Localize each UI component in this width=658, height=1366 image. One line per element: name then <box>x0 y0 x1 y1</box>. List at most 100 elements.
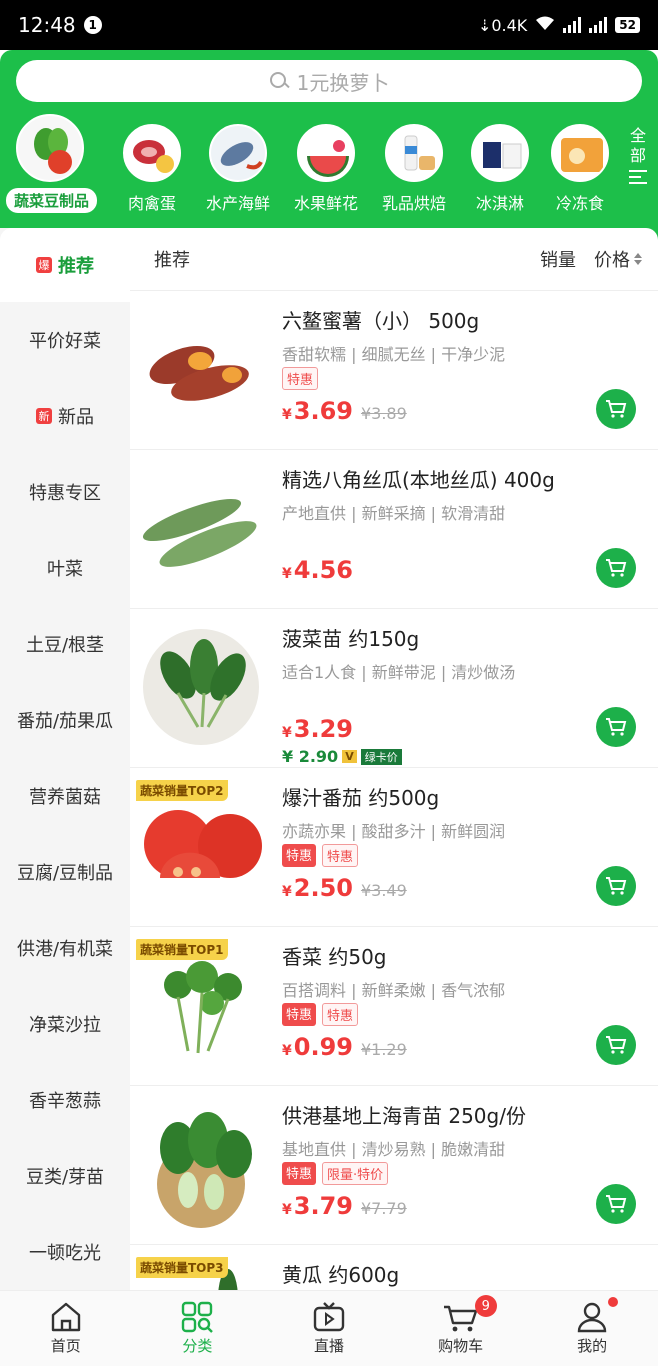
net-speed: ⇣0.4K <box>477 15 528 35</box>
category-dairy[interactable]: 乳品烘焙 <box>370 112 458 214</box>
sidebar-item-salad[interactable]: 净菜沙拉 <box>0 986 130 1062</box>
category-label: 冰淇淋 <box>475 194 524 213</box>
category-label: 水果鲜花 <box>293 194 358 213</box>
sidebar-item-beans[interactable]: 豆类/芽苗 <box>0 1138 130 1214</box>
sidebar-item-affordable[interactable]: 平价好菜 <box>0 302 130 378</box>
member-price: ¥ 2.90 <box>282 747 339 766</box>
sidebar-item-tofu[interactable]: 豆腐/豆制品 <box>0 834 130 910</box>
category-frozen[interactable]: 冷冻食 <box>536 112 624 214</box>
sidebar-item-tomato[interactable]: 番茄/茄果瓜 <box>0 682 130 758</box>
sort-recommend[interactable]: 推荐 <box>154 246 190 272</box>
new-badge: 新 <box>36 408 52 424</box>
nav-label: 我的 <box>577 1337 608 1355</box>
add-to-cart-button[interactable] <box>596 1025 636 1065</box>
nav-live[interactable]: 直播 <box>263 1291 395 1366</box>
sort-bar: 推荐 销量 价格 <box>130 228 658 290</box>
cart-icon <box>606 877 627 895</box>
category-seafood[interactable]: 水产海鲜 <box>194 112 282 214</box>
nav-category[interactable]: 分类 <box>132 1291 264 1366</box>
sidebar-item-meal[interactable]: 一顿吃光 <box>0 1214 130 1290</box>
category-label: 乳品烘焙 <box>381 194 446 213</box>
product-card[interactable]: 供港基地上海青苗 250g/份 基地直供 | 清炒易熟 | 脆嫩清甜 特惠 限量… <box>130 1085 658 1244</box>
top-sales-badge: 蔬菜销量TOP2 <box>136 780 228 801</box>
product-card[interactable]: 蔬菜销量TOP2 爆汁番茄 约500g 亦蔬亦果 | 酸甜多汁 | 新鲜圆润 特… <box>130 767 658 926</box>
sidebar-item-new[interactable]: 新 新品 <box>0 378 130 454</box>
sidebar-item-label: 营养菌菇 <box>29 787 101 808</box>
sidebar-item-label: 豆腐/豆制品 <box>16 863 114 884</box>
all-categories-button[interactable]: 全部 <box>618 126 658 212</box>
sidebar-item-label: 番茄/茄果瓜 <box>16 711 114 732</box>
sidebar-item-label: 叶菜 <box>47 559 83 580</box>
search-bar[interactable]: 1元换萝卜 <box>16 60 642 102</box>
nav-label: 直播 <box>313 1337 344 1355</box>
meat-icon <box>123 124 181 182</box>
profile-icon <box>577 1302 607 1333</box>
add-to-cart-button[interactable] <box>596 1184 636 1224</box>
product-card[interactable]: 六鳌蜜薯（小） 500g 香甜软糯 | 细腻无丝 | 干净少泥 特惠 ¥3.69… <box>130 290 658 449</box>
product-card[interactable]: 蔬菜销量TOP3 黄瓜 约600g <box>130 1244 658 1290</box>
product-desc: 产地直供 | 新鲜采摘 | 软滑清甜 <box>282 504 506 523</box>
sidebar-item-roots[interactable]: 土豆/根茎 <box>0 606 130 682</box>
add-to-cart-button[interactable] <box>596 707 636 747</box>
product-price: ¥4.56 <box>282 556 353 584</box>
price-row: ¥0.99 ¥1.29 <box>282 1033 407 1061</box>
bok-choy-image <box>138 1100 264 1228</box>
product-card[interactable]: 蔬菜销量TOP1 香菜 约50g 百搭调料 | 新鲜柔嫩 | 香气浓郁 特惠 特… <box>130 926 658 1085</box>
nav-cart[interactable]: 9 购物车 <box>395 1291 527 1366</box>
product-card[interactable]: 精选八角丝瓜(本地丝瓜) 400g 产地直供 | 新鲜采摘 | 软滑清甜 ¥4.… <box>130 449 658 608</box>
category-vegetables[interactable]: 蔬菜豆制品 <box>6 112 98 213</box>
product-desc: 百搭调料 | 新鲜柔嫩 | 香气浓郁 <box>282 981 506 1000</box>
category-icecream[interactable]: 冰淇淋 <box>456 112 544 214</box>
sidebar-item-label: 新品 <box>58 407 94 428</box>
spinach-image <box>138 623 264 751</box>
sidebar-item-organic[interactable]: 供港/有机菜 <box>0 910 130 986</box>
product-name: 供港基地上海青苗 250g/份 <box>282 1104 526 1128</box>
cart-icon <box>606 559 627 577</box>
promo-tag: 特惠 <box>322 844 359 867</box>
sidebar-item-spices[interactable]: 香辛葱蒜 <box>0 1062 130 1138</box>
sidebar-item-special[interactable]: 特惠专区 <box>0 454 130 530</box>
product-price: ¥3.79 <box>282 1192 353 1220</box>
sidebar-item-mushroom[interactable]: 营养菌菇 <box>0 758 130 834</box>
category-fruit[interactable]: 水果鲜花 <box>282 112 370 214</box>
product-desc: 香甜软糯 | 细腻无丝 | 干净少泥 <box>282 345 506 364</box>
home-icon <box>51 1302 80 1332</box>
sidebar-item-label: 净菜沙拉 <box>29 1015 101 1036</box>
category-label: 肉禽蛋 <box>127 194 176 213</box>
nav-label: 分类 <box>182 1337 213 1355</box>
coriander-image <box>138 941 264 1069</box>
original-price: ¥3.49 <box>360 881 407 900</box>
sidebar-item-leafy[interactable]: 叶菜 <box>0 530 130 606</box>
header: 1元换萝卜 蔬菜豆制品 肉禽蛋 水产海鲜 水果鲜花 乳品烘焙 冰淇淋 冷冻食 全… <box>0 50 658 240</box>
sidebar-item-recommend[interactable]: 爆 推荐 <box>0 228 130 302</box>
status-time: 12:48 <box>18 13 76 37</box>
nav-profile[interactable]: 我的 <box>526 1291 658 1366</box>
member-price-row: ¥ 2.90 V 绿卡价 <box>282 747 402 766</box>
product-name: 菠菜苗 约150g <box>282 627 420 651</box>
add-to-cart-button[interactable] <box>596 389 636 429</box>
nav-home[interactable]: 首页 <box>0 1291 132 1366</box>
menu-icon <box>629 170 647 184</box>
cart-count-badge: 9 <box>474 1295 497 1317</box>
bottom-nav: 首页 分类 直播 9 购物车 我的 <box>0 1290 658 1366</box>
product-card[interactable]: 菠菜苗 约150g 适合1人食 | 新鲜带泥 | 清炒做汤 ¥3.29 ¥ 2.… <box>130 608 658 767</box>
search-icon <box>269 71 289 91</box>
seafood-icon <box>209 124 267 182</box>
dairy-icon <box>385 124 443 182</box>
product-tags: 特惠 特惠 <box>282 844 359 867</box>
category-icon <box>182 1301 214 1333</box>
product-tags: 特惠 特惠 <box>282 1003 359 1026</box>
add-to-cart-button[interactable] <box>596 548 636 588</box>
category-label: 水产海鲜 <box>205 194 270 213</box>
sidebar: 爆 推荐 平价好菜 新 新品 特惠专区 叶菜 土豆/根茎 番茄/茄果瓜 营养菌菇… <box>0 228 130 1290</box>
product-name: 黄瓜 约600g <box>282 1263 400 1287</box>
sort-sales[interactable]: 销量 <box>540 246 576 272</box>
category-meat[interactable]: 肉禽蛋 <box>108 112 196 214</box>
cart-icon <box>606 400 627 418</box>
loofah-image <box>138 464 264 592</box>
add-to-cart-button[interactable] <box>596 866 636 906</box>
price-row: ¥3.69 ¥3.89 <box>282 397 407 425</box>
sidebar-item-label: 豆类/芽苗 <box>25 1167 105 1188</box>
notification-dot <box>608 1297 619 1307</box>
sort-price[interactable]: 价格 <box>594 246 642 272</box>
